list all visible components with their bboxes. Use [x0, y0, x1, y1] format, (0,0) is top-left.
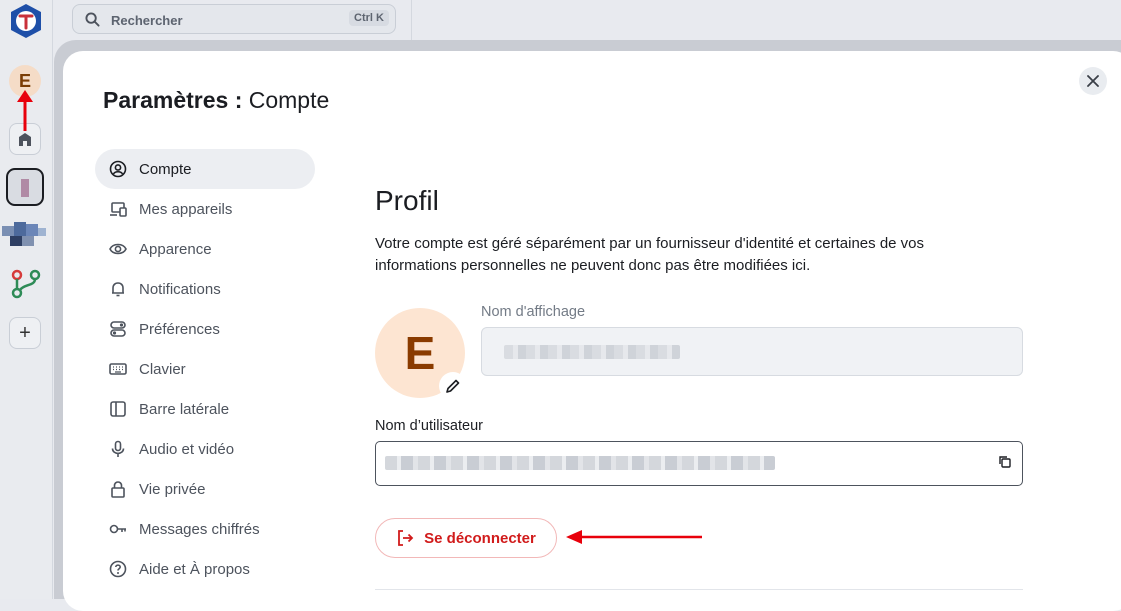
close-icon [1087, 75, 1099, 87]
app-logo[interactable] [8, 2, 44, 40]
user-circle-icon [109, 160, 127, 178]
settings-dialog: Paramètres : Compte Compte Mes appareils… [63, 51, 1121, 611]
section-divider [375, 589, 1023, 590]
logout-label: Se déconnecter [424, 529, 536, 547]
nav-item-appareils[interactable]: Mes appareils [95, 189, 315, 229]
display-name-label: Nom d'affichage [481, 304, 586, 320]
nav-label: Aide et À propos [139, 560, 250, 578]
nav-label: Clavier [139, 360, 186, 378]
nav-label: Audio et vidéo [139, 440, 235, 458]
annotation-arrow-up [17, 90, 33, 131]
profile-avatar-initial: E [404, 327, 436, 379]
redacted-text [385, 456, 775, 470]
nav-label: Préférences [139, 320, 220, 338]
close-button[interactable] [1079, 67, 1107, 95]
copy-icon[interactable] [998, 455, 1012, 469]
settings-nav: Compte Mes appareils Apparence Notificat… [95, 149, 315, 589]
nav-label: Messages chiffrés [139, 520, 260, 538]
devices-icon [109, 200, 127, 218]
nav-item-vie-privee[interactable]: Vie privée [95, 469, 315, 509]
eye-icon [109, 240, 127, 258]
nav-item-clavier[interactable]: Clavier [95, 349, 315, 389]
space-button-active[interactable] [6, 168, 44, 206]
nav-label: Apparence [139, 240, 212, 258]
add-space-button[interactable]: + [9, 317, 41, 349]
dialog-title: Paramètres : Compte [103, 87, 329, 114]
nav-item-apparence[interactable]: Apparence [95, 229, 315, 269]
search-shortcut: Ctrl K [349, 10, 389, 26]
space-avatar-icon [21, 179, 29, 197]
username-label: Nom d’utilisateur [375, 418, 483, 434]
microphone-icon [109, 440, 127, 458]
lock-icon [109, 480, 127, 498]
nav-item-compte[interactable]: Compte [95, 149, 315, 189]
explore-branch-icon[interactable] [10, 268, 42, 300]
space-rail: E + [0, 0, 53, 599]
sidebar-icon [109, 400, 127, 418]
nav-label: Mes appareils [139, 200, 233, 218]
help-icon [109, 560, 127, 578]
search-icon [85, 12, 100, 27]
pencil-icon [446, 379, 460, 393]
display-name-field [481, 327, 1023, 376]
space-button[interactable] [2, 222, 48, 248]
redacted-text [504, 345, 680, 359]
nav-item-messages-chiffres[interactable]: Messages chiffrés [95, 509, 315, 549]
dialog-title-prefix: Paramètres : [103, 87, 243, 113]
annotation-arrow-left [566, 530, 702, 544]
dialog-title-section: Compte [248, 87, 330, 113]
nav-item-audio-video[interactable]: Audio et vidéo [95, 429, 315, 469]
nav-label: Barre latérale [139, 400, 230, 418]
logout-button[interactable]: Se déconnecter [375, 518, 557, 558]
search-bar[interactable]: Rechercher Ctrl K [72, 4, 396, 34]
nav-label: Compte [139, 160, 192, 178]
key-icon [109, 520, 127, 538]
bell-icon [109, 280, 127, 298]
toggles-icon [109, 320, 127, 338]
section-description: Votre compte est géré séparément par un … [375, 235, 925, 274]
nav-label: Vie privée [139, 480, 206, 498]
keyboard-icon [109, 360, 127, 378]
nav-item-notifications[interactable]: Notifications [95, 269, 315, 309]
home-icon [19, 133, 31, 146]
edit-avatar-button[interactable] [439, 372, 467, 400]
section-heading: Profil [375, 185, 439, 216]
topbar-divider [411, 0, 412, 40]
plus-icon: + [19, 322, 31, 344]
nav-item-preferences[interactable]: Préférences [95, 309, 315, 349]
logout-icon [398, 530, 414, 546]
nav-label: Notifications [139, 280, 221, 298]
nav-item-barre-laterale[interactable]: Barre latérale [95, 389, 315, 429]
search-placeholder: Rechercher [111, 13, 183, 28]
username-field[interactable] [375, 441, 1023, 486]
nav-item-aide[interactable]: Aide et À propos [95, 549, 315, 589]
